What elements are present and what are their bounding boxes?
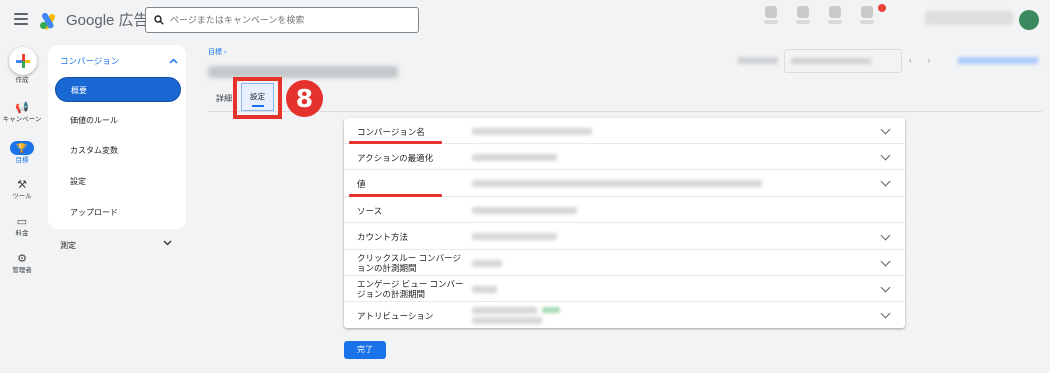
- search-icon: [154, 15, 164, 25]
- settings-row-label: ソース: [357, 206, 383, 216]
- subnav-item-overview[interactable]: 概要: [55, 77, 181, 102]
- chevron-down-icon[interactable]: [880, 150, 891, 161]
- tools-icon: ⚒: [17, 179, 27, 191]
- tab-details[interactable]: 詳細: [216, 93, 232, 104]
- rail-item-label: 管理者: [12, 267, 32, 274]
- settings-row-value[interactable]: 値: [344, 170, 905, 197]
- google-ads-logo[interactable]: Google 広告: [40, 9, 149, 30]
- settings-row-label: カウント方法: [357, 232, 409, 242]
- help-icon[interactable]: [826, 6, 844, 30]
- subnav-item-value-rules[interactable]: 価値のルール: [55, 108, 181, 133]
- rail-item-goals[interactable]: 🏆 目標: [0, 141, 44, 165]
- app-title: Google 広告: [66, 12, 149, 29]
- rail-item-billing[interactable]: ▭ 料金: [0, 216, 44, 238]
- settings-row-value: [472, 180, 762, 187]
- settings-row-count[interactable]: カウント方法: [344, 223, 905, 250]
- tabs-row: 詳細 設定: [208, 80, 1042, 112]
- annotation-highlight-box: [233, 77, 282, 119]
- settings-row-label: コンバージョン名: [357, 127, 425, 137]
- header-link[interactable]: [958, 57, 1038, 64]
- chevron-down-icon[interactable]: [880, 230, 891, 241]
- chevron-down-icon[interactable]: [880, 124, 891, 135]
- breadcrumb[interactable]: 目標 ›: [208, 47, 226, 57]
- settings-row-value: [472, 260, 502, 267]
- megaphone-icon: 📢: [15, 102, 29, 114]
- subnav-section-label: コンバージョン: [60, 56, 120, 66]
- rail-item-label: 目標: [15, 157, 29, 164]
- gear-icon: ⚙: [17, 253, 27, 265]
- rail-item-label: ツール: [12, 193, 32, 200]
- settings-row-label: アクションの最適化: [357, 153, 434, 163]
- rail-item-label: キャンペーン: [2, 116, 42, 123]
- trophy-icon: 🏆: [10, 141, 34, 155]
- settings-row-chip: [542, 307, 560, 313]
- settings-row-value: [472, 207, 577, 214]
- settings-row-value: [472, 317, 542, 324]
- settings-row-value: [472, 307, 537, 314]
- settings-row-label: 値: [357, 179, 366, 189]
- subnav-item-settings[interactable]: 設定: [55, 169, 181, 194]
- settings-row-value: [472, 286, 497, 293]
- subnav-section-measure[interactable]: 測定: [60, 240, 172, 251]
- settings-row-attribution[interactable]: アトリビューション: [344, 302, 905, 328]
- chevron-up-icon: [169, 58, 178, 64]
- annotation-step-badge: 8: [286, 80, 323, 117]
- subnav-panel: コンバージョン 概要 価値のルール カスタム変数 設定 アップロード: [48, 45, 186, 229]
- chevron-down-icon[interactable]: [880, 308, 891, 319]
- date-nav-arrows[interactable]: ‹›: [909, 56, 946, 65]
- card-icon: ▭: [16, 216, 28, 228]
- rail-create-label: 作成: [15, 77, 29, 84]
- menu-icon[interactable]: [14, 13, 28, 25]
- create-button[interactable]: [9, 47, 37, 75]
- conversion-settings-card: コンバージョン名 アクションの最適化 値 ソース カウント方法 クリックスルー …: [344, 118, 905, 328]
- done-button[interactable]: 完了: [344, 341, 386, 359]
- notification-badge: [878, 4, 886, 12]
- settings-row-label: エンゲージ ビュー コンバージョンの計測期間: [357, 279, 464, 299]
- chevron-down-icon: [163, 240, 172, 246]
- rail-item-admin[interactable]: ⚙ 管理者: [0, 253, 44, 275]
- avatar[interactable]: [1019, 10, 1039, 30]
- settings-row-engaged-view-window[interactable]: エンゲージ ビュー コンバージョンの計測期間: [344, 276, 905, 302]
- settings-row-action-optimization[interactable]: アクションの最適化: [344, 144, 905, 170]
- settings-row-label: アトリビューション: [357, 311, 434, 321]
- chevron-down-icon[interactable]: [880, 256, 891, 267]
- date-range-picker[interactable]: [784, 49, 902, 73]
- search-box[interactable]: [145, 7, 419, 33]
- date-range-label: [738, 57, 778, 64]
- chevron-down-icon[interactable]: [880, 176, 891, 187]
- refresh-icon[interactable]: [794, 6, 812, 30]
- settings-row-label: クリックスルー コンバージョンの計測期間: [357, 253, 461, 273]
- notifications-icon[interactable]: [858, 6, 876, 30]
- rail-item-tools[interactable]: ⚒ ツール: [0, 179, 44, 201]
- account-info[interactable]: [925, 11, 1013, 25]
- subnav-item-upload[interactable]: アップロード: [55, 200, 181, 225]
- subnav-section-conversions[interactable]: コンバージョン: [60, 53, 178, 69]
- rail-item-label: 料金: [15, 230, 29, 237]
- settings-row-click-through-window[interactable]: クリックスルー コンバージョンの計測期間: [344, 250, 905, 276]
- subnav-item-custom-variables[interactable]: カスタム変数: [55, 138, 181, 163]
- google-ads-logo-icon: [40, 11, 60, 30]
- settings-row-value: [472, 154, 557, 161]
- top-bar: Google 広告: [0, 0, 1050, 40]
- appearance-icon[interactable]: [762, 6, 780, 30]
- rail-item-campaigns[interactable]: 📢 キャンペーン: [0, 102, 44, 124]
- settings-row-value: [472, 233, 557, 240]
- settings-row-source: ソース: [344, 197, 905, 223]
- settings-row-value: [472, 128, 592, 135]
- search-input[interactable]: [170, 15, 410, 25]
- chevron-down-icon[interactable]: [880, 282, 891, 293]
- left-rail: 作成 📢 キャンペーン 🏆 目標 ⚒ ツール ▭ 料金 ⚙ 管理者: [0, 40, 44, 373]
- subnav-measure-label: 測定: [60, 241, 76, 250]
